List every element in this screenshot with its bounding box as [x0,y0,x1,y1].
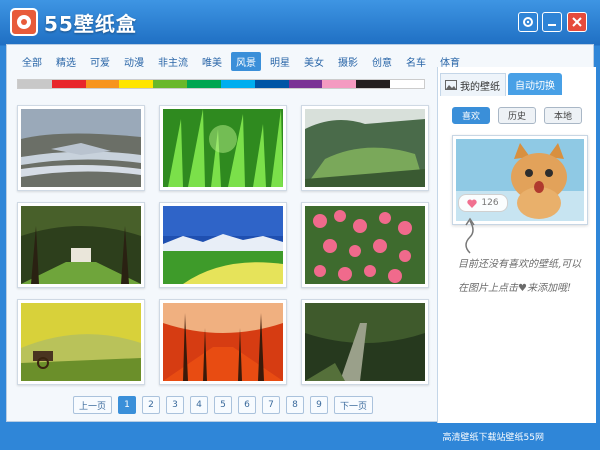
valley-image [305,109,425,187]
color-filter-bar [17,79,425,89]
color-swatch-2[interactable] [51,80,86,88]
wallpaper-thumb-boardwalk[interactable] [301,299,429,385]
close-button[interactable] [567,12,587,32]
color-swatch-9[interactable] [288,80,323,88]
close-icon [572,17,582,27]
color-swatch-8[interactable] [254,80,289,88]
wallpaper-thumb-red-trees[interactable] [159,299,287,385]
history-filter-button[interactable]: 历史 [498,107,536,124]
wallpaper-thumb-grass[interactable] [159,105,287,191]
wallpaper-thumb-roses[interactable] [301,202,429,288]
main-panel: 全部 精选 可爱 动漫 非主流 唯美 风景 明星 美女 摄影 创意 名车 体育 [6,44,596,423]
page-button-1[interactable]: 1 [118,396,137,414]
wallpaper-thumb-oak-alley[interactable] [17,202,145,288]
color-swatch-12[interactable] [390,80,424,88]
wallpaper-thumb-terraces[interactable] [17,105,145,191]
color-swatch-11[interactable] [356,80,391,88]
category-featured[interactable]: 精选 [51,52,81,71]
red-trees-image [163,303,283,381]
page-button-4[interactable]: 4 [190,396,209,414]
page-button-9[interactable]: 9 [310,396,329,414]
prev-page-button[interactable]: 上一页 [73,396,113,414]
like-count-badge: 126 [458,194,508,212]
pagination: 上一页 1 2 3 4 5 6 7 8 9 下一页 [73,396,379,414]
category-celebrity[interactable]: 明星 [265,52,295,71]
next-page-button[interactable]: 下一页 [334,396,374,414]
tab-my-wallpapers-label: 我的壁纸 [460,81,500,93]
category-cute[interactable]: 可爱 [85,52,115,71]
minimize-button[interactable] [542,12,562,32]
tab-auto-switch[interactable]: 自动切换 [508,73,562,95]
category-alternative[interactable]: 非主流 [153,52,193,71]
empty-likes-message: 目前还没有喜欢的壁纸,可以在图片上点击♥来添加哦! [458,259,582,294]
like-filter-button[interactable]: 喜欢 [452,107,490,124]
app-window: 55壁纸盒 全部 精选 可爱 动漫 非主流 唯美 风景 明星 美女 摄影 创意 … [0,0,600,450]
color-swatch-10[interactable] [322,80,357,88]
sample-wallpaper-card[interactable]: 126 [452,135,588,225]
color-swatch-4[interactable] [119,80,154,88]
boardwalk-image [305,303,425,381]
category-scenery[interactable]: 风景 [231,51,261,71]
status-text: 高清壁纸下载站壁纸55网 [442,433,544,443]
side-tabs: 我的壁纸 自动切换 [438,73,596,96]
page-button-7[interactable]: 7 [262,396,281,414]
wallpaper-thumb-autumn-park[interactable] [17,299,145,385]
app-logo [10,8,38,36]
wallpaper-thumb-field[interactable] [159,202,287,288]
tab-my-wallpapers[interactable]: 我的壁纸 [440,73,506,96]
page-button-8[interactable]: 8 [286,396,305,414]
autumn-park-image [21,303,141,381]
grass-image [163,109,283,187]
arrow-up-icon [465,217,475,254]
gear-icon [523,17,533,27]
color-swatch-5[interactable] [153,80,188,88]
page-button-2[interactable]: 2 [142,396,161,414]
page-button-6[interactable]: 6 [238,396,257,414]
status-bar: 高清壁纸下载站壁纸55网 [0,422,600,450]
roses-image [305,206,425,284]
wallpaper-thumb-valley[interactable] [301,105,429,191]
color-swatch-1[interactable] [18,80,52,88]
picture-icon [445,80,457,90]
app-title: 55壁纸盒 [44,12,137,36]
terraces-image [21,109,141,187]
category-beauty[interactable]: 美女 [299,52,329,71]
category-anime[interactable]: 动漫 [119,52,149,71]
color-swatch-3[interactable] [85,80,120,88]
minimize-icon [548,24,556,26]
local-filter-button[interactable]: 本地 [544,107,582,124]
side-panel: 我的壁纸 自动切换 喜欢 历史 本地 126 目前还没有喜欢的壁纸,可以在图片上… [437,67,596,423]
title-bar: 55壁纸盒 [0,0,600,44]
color-swatch-7[interactable] [220,80,255,88]
category-bar: 全部 精选 可爱 动漫 非主流 唯美 风景 明星 美女 摄影 创意 名车 体育 [17,50,460,72]
category-creative[interactable]: 创意 [367,52,397,71]
like-count: 126 [481,198,499,208]
settings-button[interactable] [518,12,538,32]
wallpaper-grid [17,105,429,387]
field-image [163,206,283,284]
category-cars[interactable]: 名车 [401,52,431,71]
side-filter-buttons: 喜欢 历史 本地 [452,107,592,124]
category-all[interactable]: 全部 [17,52,47,71]
category-photography[interactable]: 摄影 [333,52,363,71]
color-swatch-6[interactable] [187,80,221,88]
heart-icon [467,199,478,208]
page-button-3[interactable]: 3 [166,396,185,414]
category-aesthetic[interactable]: 唯美 [197,52,227,71]
oak-alley-image [21,206,141,284]
page-button-5[interactable]: 5 [214,396,233,414]
